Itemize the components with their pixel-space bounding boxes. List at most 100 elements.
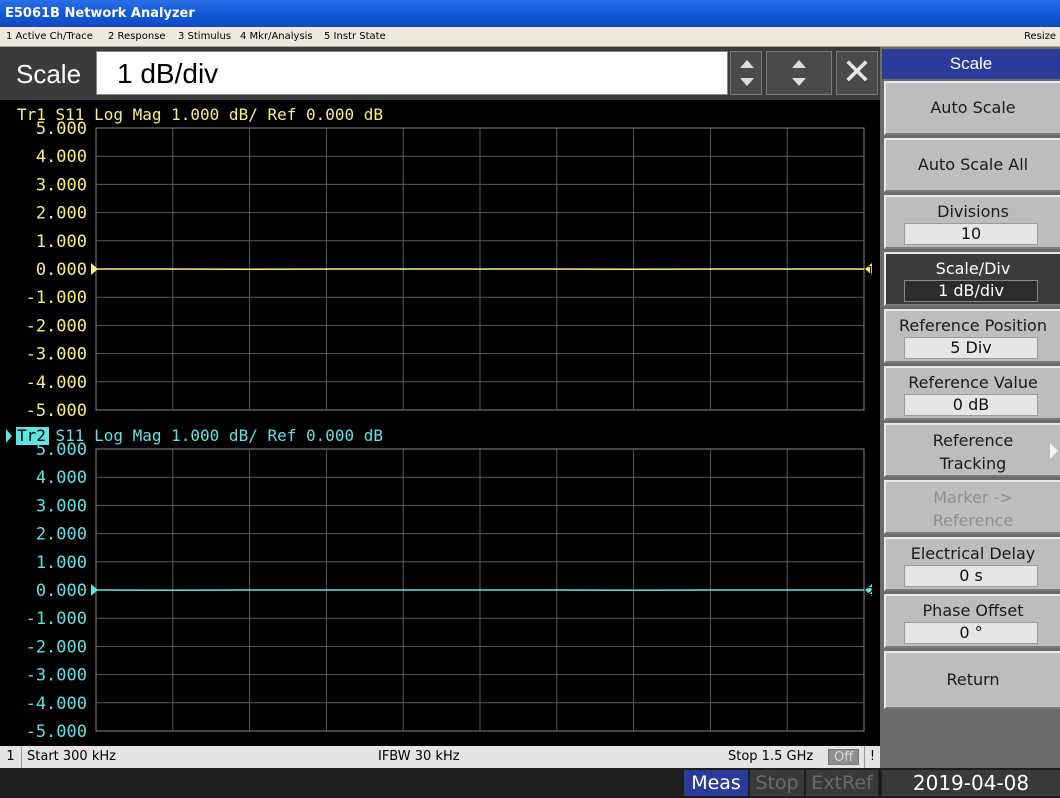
menu-active-ch-trace[interactable]: 1 Active Ch/Trace: [6, 27, 93, 47]
menu-stimulus[interactable]: 3 Stimulus: [178, 27, 231, 47]
step-up-icon[interactable]: [792, 60, 806, 68]
softkey-panel: Scale Auto Scale Auto Scale All Division…: [880, 47, 1060, 768]
reference-tracking-line1: Reference: [932, 431, 1014, 450]
y-tick-label: 4.000: [36, 468, 87, 488]
reference-value-button[interactable]: Reference Value 0 dB: [884, 366, 1060, 420]
y-tick-label: 0.000: [36, 260, 87, 280]
menu-bar: 1 Active Ch/Trace 2 Response 3 Stimulus …: [0, 27, 1060, 47]
electrical-delay-button[interactable]: Electrical Delay 0 s: [884, 537, 1060, 591]
reference-value-label: Reference Value: [908, 373, 1038, 392]
reference-tracking-button[interactable]: Reference Tracking: [884, 423, 1060, 477]
menu-instr-state[interactable]: 5 Instr State: [324, 27, 386, 47]
y-tick-label: 0.000: [36, 581, 87, 601]
divisions-value: 10: [904, 223, 1038, 245]
trace-point: [632, 268, 635, 270]
start-frequency: Start 300 kHz: [27, 749, 116, 764]
trace-point: [863, 589, 865, 591]
trace-point: [325, 589, 327, 591]
y-tick-label: 2.000: [36, 204, 87, 224]
trace-point: [479, 589, 481, 591]
divisions-button[interactable]: Divisions 10: [884, 195, 1060, 249]
trace-point: [172, 589, 174, 591]
active-trace-arrow-icon: [6, 429, 12, 443]
reference-value-value: 0 dB: [904, 394, 1038, 416]
trace-name[interactable]: Tr2: [17, 426, 46, 445]
y-tick-label: -5.000: [26, 722, 87, 742]
submenu-arrow-icon: [1050, 443, 1058, 459]
auto-scale-button[interactable]: Auto Scale: [884, 81, 1060, 135]
entry-label: Scale: [16, 59, 82, 89]
auto-scale-all-button[interactable]: Auto Scale All: [884, 138, 1060, 192]
trace-end-marker: 1: [867, 264, 874, 277]
step-down-icon[interactable]: [740, 78, 754, 86]
scale-div-value: 1 dB/div: [904, 280, 1038, 302]
trace-point: [402, 268, 404, 270]
menu-response[interactable]: 2 Response: [108, 27, 166, 47]
y-tick-label: -4.000: [26, 373, 87, 393]
step-spinner-left[interactable]: [730, 51, 762, 95]
reference-position-value: 5 Div: [904, 337, 1038, 359]
reference-tracking-line2: Tracking: [939, 454, 1007, 473]
marker-to-reference-button: Marker -> Reference: [884, 480, 1060, 534]
auto-scale-label: Auto Scale: [930, 98, 1016, 117]
y-tick-label: 2.000: [36, 525, 87, 545]
y-tick-label: -2.000: [26, 316, 87, 336]
softkey-menu-title: Scale: [882, 49, 1060, 79]
trace-point: [172, 268, 174, 270]
trace-point: [786, 268, 788, 270]
channel-number: 1: [0, 746, 22, 768]
trace-settings: S11 Log Mag 1.000 dB/ Ref 0.000 dB: [46, 105, 383, 124]
y-tick-label: -3.000: [26, 666, 87, 686]
status-bar: 1 Start 300 kHz IFBW 30 kHz Stop 1.5 GHz…: [0, 746, 880, 768]
trace-point: [556, 268, 558, 270]
trace-point: [95, 589, 97, 591]
entry-value: 1 dB/div: [117, 58, 219, 89]
step-down-icon[interactable]: [792, 78, 806, 86]
y-tick-label: -1.000: [26, 288, 87, 308]
trace-point: [632, 589, 635, 591]
electrical-delay-label: Electrical Delay: [910, 544, 1036, 563]
power-off-indicator: Off: [828, 749, 860, 765]
trace-name[interactable]: Tr1: [17, 105, 46, 124]
menu-mkr-analysis[interactable]: 4 Mkr/Analysis: [240, 27, 313, 47]
scale-div-button[interactable]: Scale/Div 1 dB/div: [884, 252, 1060, 306]
menu-resize[interactable]: Resize: [1024, 27, 1056, 47]
trace-point: [325, 268, 327, 270]
marker-to-reference-line1: Marker ->: [933, 488, 1013, 507]
phase-offset-button[interactable]: Phase Offset 0 °: [884, 594, 1060, 648]
trace-header: Tr1 S11 Log Mag 1.000 dB/ Ref 0.000 dB: [17, 105, 383, 124]
y-tick-label: 4.000: [36, 147, 87, 167]
trace-point: [248, 268, 251, 270]
y-tick-label: -4.000: [26, 694, 87, 714]
entry-field[interactable]: 1 dB/div: [96, 51, 728, 95]
electrical-delay-value: 0 s: [904, 565, 1038, 587]
reference-position-label: Reference Position: [899, 316, 1047, 335]
trace-point: [248, 589, 251, 591]
trace-header: Tr2 S11 Log Mag 1.000 dB/ Ref 0.000 dB: [17, 426, 383, 445]
step-up-icon[interactable]: [740, 60, 754, 68]
reference-tracking-label: Reference Tracking: [886, 425, 1060, 475]
marker-to-reference-line2: Reference: [932, 511, 1014, 530]
return-button[interactable]: Return: [884, 651, 1060, 709]
reference-position-button[interactable]: Reference Position 5 Div: [884, 309, 1060, 363]
entry-bar: Scale 1 dB/div ✕: [0, 47, 880, 100]
divisions-label: Divisions: [937, 202, 1009, 221]
y-tick-label: 3.000: [36, 175, 87, 195]
y-tick-label: -2.000: [26, 637, 87, 657]
window-title: E5061B Network Analyzer: [5, 6, 195, 21]
auto-scale-all-label: Auto Scale All: [917, 155, 1029, 174]
trace-point: [786, 589, 788, 591]
trace-point: [556, 589, 558, 591]
instrument-status-bar: Meas Stop ExtRef 2019-04-08 14:32: [0, 768, 1060, 798]
trace-point: [863, 268, 865, 270]
trace-point: [95, 268, 97, 270]
scale-div-label: Scale/Div: [935, 259, 1011, 278]
stop-frequency: Stop 1.5 GHz: [728, 749, 814, 764]
clock: 2019-04-08 14:32: [882, 770, 1060, 798]
step-spinner-right[interactable]: [766, 51, 832, 95]
y-tick-label: 3.000: [36, 496, 87, 516]
if-bandwidth: IFBW 30 kHz: [378, 749, 460, 764]
close-icon[interactable]: ✕: [836, 51, 878, 95]
phase-offset-label: Phase Offset: [922, 601, 1024, 620]
trace-end-marker: 2: [867, 585, 874, 598]
